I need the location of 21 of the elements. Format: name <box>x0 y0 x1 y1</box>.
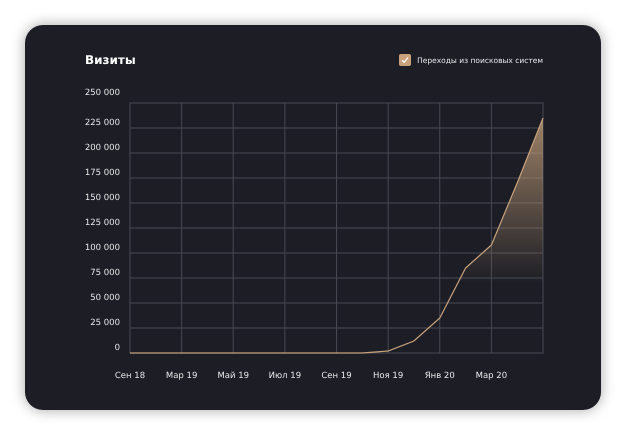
y-tick-label: 150 000 <box>84 193 120 203</box>
y-tick-label: 250 000 <box>84 88 120 98</box>
y-tick-label: 0 <box>114 343 120 353</box>
x-tick-label: Ноя 19 <box>373 371 404 381</box>
y-tick-label: 175 000 <box>84 168 120 178</box>
x-tick-label: Мар 20 <box>476 371 508 381</box>
y-tick-label: 75 000 <box>90 268 120 278</box>
x-tick-label: Сен 19 <box>321 371 352 381</box>
x-tick-label: Июл 19 <box>268 371 302 381</box>
x-tick-label: Май 19 <box>217 371 250 381</box>
x-tick-label: Мар 19 <box>166 371 198 381</box>
y-tick-label: 200 000 <box>84 143 120 153</box>
x-tick-label: Сен 18 <box>114 371 146 381</box>
y-tick-label: 100 000 <box>84 243 120 253</box>
checkbox[interactable] <box>399 54 412 66</box>
y-tick-label: 25 000 <box>90 318 120 328</box>
y-tick-label: 225 000 <box>84 118 120 128</box>
y-tick-label: 125 000 <box>84 218 120 228</box>
y-tick-label: 50 000 <box>90 293 120 303</box>
x-tick-label: Янв 20 <box>424 371 455 381</box>
chart-title: Визиты <box>85 53 136 67</box>
